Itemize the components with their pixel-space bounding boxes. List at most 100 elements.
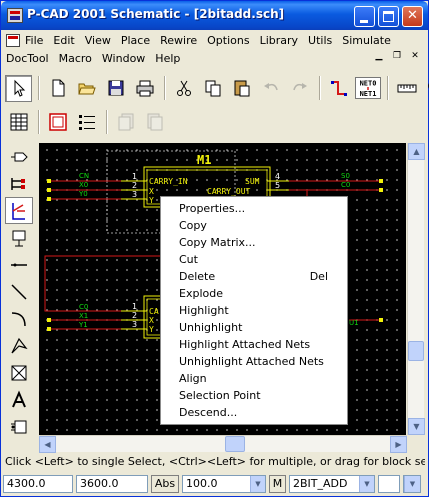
menu-simulate[interactable]: Simulate [337,34,396,47]
place-wire-button[interactable] [5,197,33,224]
pcad-app-icon[interactable] [7,8,23,23]
chevron-down-icon[interactable]: ▼ [404,475,420,492]
menu-file[interactable]: File [20,34,48,47]
scroll-up-icon[interactable]: ▲ [408,143,425,160]
ctx-align[interactable]: Align [161,370,347,387]
vertical-scrollbar[interactable]: ▲ ▼ [407,143,425,435]
scroll-right-icon[interactable]: ▶ [390,436,407,453]
place-text-button[interactable] [5,386,33,413]
ctx-unhighlight-attached-nets[interactable]: Unhighlight Attached Nets [161,353,347,370]
connect-wire-button[interactable] [325,75,352,102]
place-part-button[interactable] [5,224,33,251]
place-line-button[interactable] [5,278,33,305]
place-field-button[interactable] [5,359,33,386]
pin-number: 5 [275,181,280,190]
ctx-descend[interactable]: Descend... [161,404,347,421]
redo-button[interactable] [286,75,313,102]
cut-button[interactable] [170,75,197,102]
pin-number: 3 [132,320,137,329]
undo-icon [263,83,278,91]
pin-number: 1 [132,302,137,311]
chevron-down-icon[interactable]: ▼ [250,475,265,492]
extra-select[interactable]: ▼ [403,474,421,493]
scroll-down-icon[interactable]: ▼ [408,418,425,435]
pin-number: 4 [275,172,280,181]
place-polygon-button[interactable] [5,332,33,359]
ctx-unhighlight[interactable]: Unhighlight [161,319,347,336]
close-button[interactable]: ✕ [402,6,423,27]
status-message: Click <Left> to single Select, <Ctrl><Le… [5,455,425,468]
horizontal-scrollbar[interactable]: ◀ ▶ [39,435,407,453]
menu-library[interactable]: Library [255,34,303,47]
place-pin-button[interactable] [5,251,33,278]
pop-out-button[interactable] [141,109,168,136]
zoom-button[interactable] [422,75,429,102]
title-bar[interactable]: P-CAD 2001 Schematic - [2bitadd.sch] ✕ [1,1,428,30]
port-marker [379,179,383,183]
menu-options[interactable]: Options [202,34,254,47]
pin-label-y2: Y [149,325,154,334]
menu-utils[interactable]: Utils [303,34,337,47]
ctx-highlight-attached-nets[interactable]: Highlight Attached Nets [161,336,347,353]
menu-edit[interactable]: Edit [48,34,79,47]
minimize-button[interactable] [354,6,375,27]
layer-button[interactable]: M [269,474,286,493]
mdi-restore-icon[interactable]: ❐ [390,50,404,63]
pin-number: 2 [132,181,137,190]
zoom-select[interactable]: 100.0 ▼ [182,474,266,493]
document-icon[interactable] [6,33,20,47]
placement-toolbar [5,143,35,440]
ctx-properties[interactable]: Properties... [161,200,347,217]
open-file-button[interactable] [73,75,100,102]
ctx-highlight[interactable]: Highlight [161,302,347,319]
chevron-down-icon[interactable]: ▼ [359,475,374,492]
place-ieee-button[interactable] [5,413,33,440]
mdi-close-icon[interactable]: ✕ [408,50,422,63]
x-coordinate-field[interactable]: 4300.0 [3,474,73,493]
ctx-explode[interactable]: Explode [161,285,347,302]
extra-field[interactable] [378,474,400,493]
arrow-pointer-icon [14,79,25,97]
push-into-button[interactable] [112,109,139,136]
place-bus-button[interactable] [5,170,33,197]
paste-button[interactable] [228,75,255,102]
mdi-minimize-icon[interactable]: ▁ [372,50,386,63]
net-label: U1 [349,319,359,327]
select-tool-button[interactable] [5,74,32,102]
menu-place[interactable]: Place [116,34,155,47]
secondary-toolbar [5,106,170,138]
menu-help[interactable]: Help [150,52,185,65]
spreadsheet-button[interactable] [5,109,32,136]
horizontal-scroll-thumb[interactable] [225,436,245,452]
ctx-copy-matrix[interactable]: Copy Matrix... [161,234,347,251]
copy-button[interactable] [199,75,226,102]
menu-macro[interactable]: Macro [54,52,97,65]
menu-doctool[interactable]: DocTool [1,52,54,65]
ctx-selection-point[interactable]: Selection Point [161,387,347,404]
menu-view[interactable]: View [80,34,116,47]
ctx-copy[interactable]: Copy [161,217,347,234]
ctx-cut[interactable]: Cut [161,251,347,268]
vertical-scroll-thumb[interactable] [408,341,424,361]
scroll-left-icon[interactable]: ◀ [39,436,56,453]
measure-button[interactable] [393,75,420,102]
maximize-button[interactable] [378,6,399,27]
y-coordinate-field[interactable]: 3600.0 [76,474,148,493]
new-file-button[interactable] [44,75,71,102]
list-view-button[interactable] [73,109,100,136]
sheet-button[interactable] [44,109,71,136]
abs-toggle-button[interactable]: Abs [151,474,179,493]
open-folder-icon [77,83,96,95]
ctx-delete[interactable]: Delete Del [161,268,347,285]
undo-button[interactable] [257,75,284,102]
place-arc-button[interactable] [5,305,33,332]
rename-net-button[interactable]: NET0 NET1 [354,75,381,102]
print-button[interactable] [131,75,158,102]
menu-rewire[interactable]: Rewire [155,34,202,47]
place-port-button[interactable] [5,143,33,170]
layer-select[interactable]: 2BIT_ADD ▼ [289,474,375,493]
menu-window[interactable]: Window [97,52,150,65]
save-button[interactable] [102,75,129,102]
save-disk-icon [108,80,123,96]
pin-label-y: Y [149,196,154,205]
